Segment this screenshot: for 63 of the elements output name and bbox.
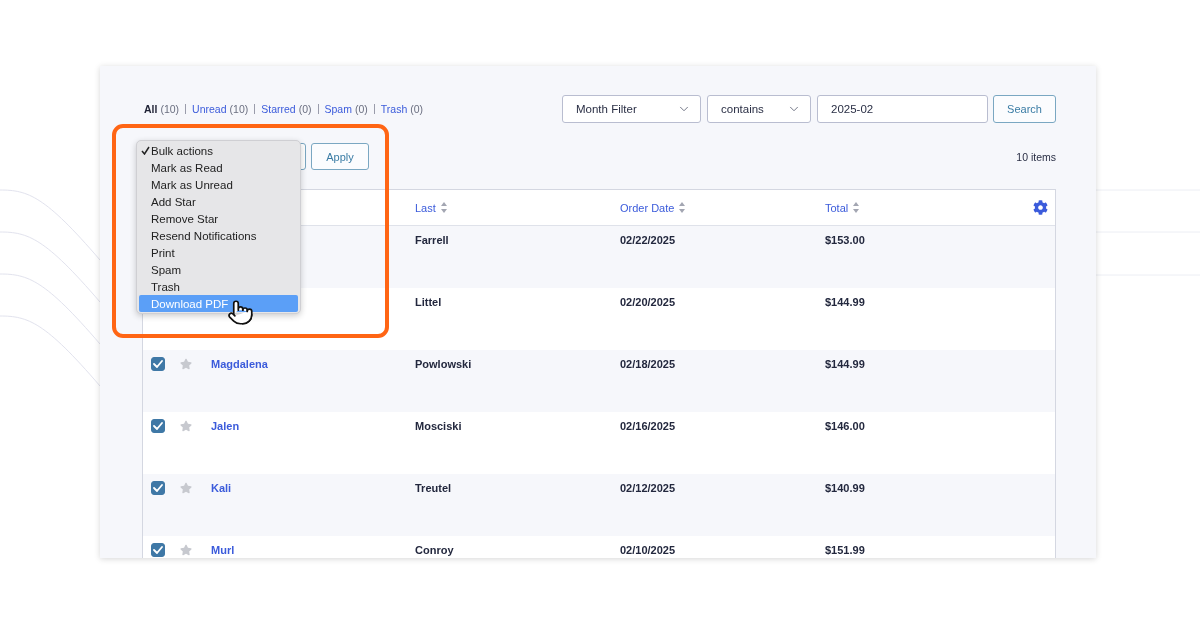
menu-item[interactable]: Add Star (139, 193, 298, 210)
filter-count: (0) (298, 103, 312, 115)
menu-item[interactable]: Resend Notifications (139, 227, 298, 244)
last-name-cell: Mosciski (415, 419, 462, 433)
first-name-link[interactable]: Murl (211, 543, 235, 557)
apply-button[interactable]: Apply (311, 143, 369, 170)
filter-count: (10) (160, 103, 180, 115)
filter-value-input[interactable]: 2025-02 (817, 95, 988, 123)
order-date-cell: 02/10/2025 (620, 543, 676, 557)
menu-item[interactable]: Print (139, 244, 298, 261)
menu-item[interactable]: Mark as Read (139, 159, 298, 176)
column-header[interactable]: Last (415, 201, 447, 214)
column-header[interactable]: Total (825, 201, 860, 214)
column-header[interactable]: Order Date (620, 201, 686, 214)
menu-item[interactable]: Trash (139, 278, 298, 295)
first-name-link[interactable]: Jalen (211, 419, 240, 433)
menu-item[interactable]: Mark as Unread (139, 176, 298, 193)
total-cell: $151.99 (825, 543, 865, 557)
last-name-cell: Conroy (415, 543, 454, 557)
order-date-cell: 02/18/2025 (620, 357, 676, 371)
filter-link[interactable]: Trash (380, 103, 408, 115)
star-icon[interactable] (180, 420, 192, 432)
total-cell: $144.99 (825, 295, 865, 309)
menu-item[interactable]: Remove Star (139, 210, 298, 227)
filter-count: (0) (410, 103, 424, 115)
order-date-cell: 02/16/2025 (620, 419, 676, 433)
checkbox[interactable] (151, 419, 165, 433)
sort-icon (679, 202, 686, 213)
checkbox[interactable] (151, 543, 165, 557)
total-cell: $146.00 (825, 419, 865, 433)
filter-count: (10) (229, 103, 249, 115)
operator-select[interactable]: contains (707, 95, 811, 123)
search-button[interactable]: Search (993, 95, 1056, 123)
last-name-cell: Farrell (415, 233, 449, 247)
first-name-link[interactable]: Kali (211, 481, 232, 495)
total-cell: $140.99 (825, 481, 865, 495)
filter-link[interactable]: Spam (324, 103, 352, 115)
first-name-link[interactable]: Magdalena (211, 357, 268, 371)
order-date-cell: 02/22/2025 (620, 233, 676, 247)
order-date-cell: 02/20/2025 (620, 295, 676, 309)
settings-icon[interactable] (1033, 200, 1048, 215)
star-icon[interactable] (180, 544, 192, 556)
menu-item[interactable]: Bulk actions (139, 142, 298, 159)
hand-cursor-icon (227, 299, 254, 326)
filter-link[interactable]: Unread (192, 103, 227, 115)
menu-item[interactable]: Spam (139, 261, 298, 278)
item-count: 10 items (1016, 150, 1056, 163)
checkbox[interactable] (151, 357, 165, 371)
last-name-cell: Powlowski (415, 357, 472, 371)
filter-count: (0) (354, 103, 368, 115)
checkbox[interactable] (151, 481, 165, 495)
star-icon[interactable] (180, 358, 192, 370)
filter-link[interactable]: Starred (261, 103, 296, 115)
sort-icon (440, 202, 447, 213)
total-cell: $144.99 (825, 357, 865, 371)
star-icon[interactable] (180, 482, 192, 494)
last-name-cell: Littel (415, 295, 442, 309)
field-select[interactable]: Month Filter (562, 95, 701, 123)
total-cell: $153.00 (825, 233, 865, 247)
filter-link[interactable]: All (144, 103, 158, 115)
sort-icon (853, 202, 860, 213)
last-name-cell: Treutel (415, 481, 452, 495)
order-date-cell: 02/12/2025 (620, 481, 676, 495)
